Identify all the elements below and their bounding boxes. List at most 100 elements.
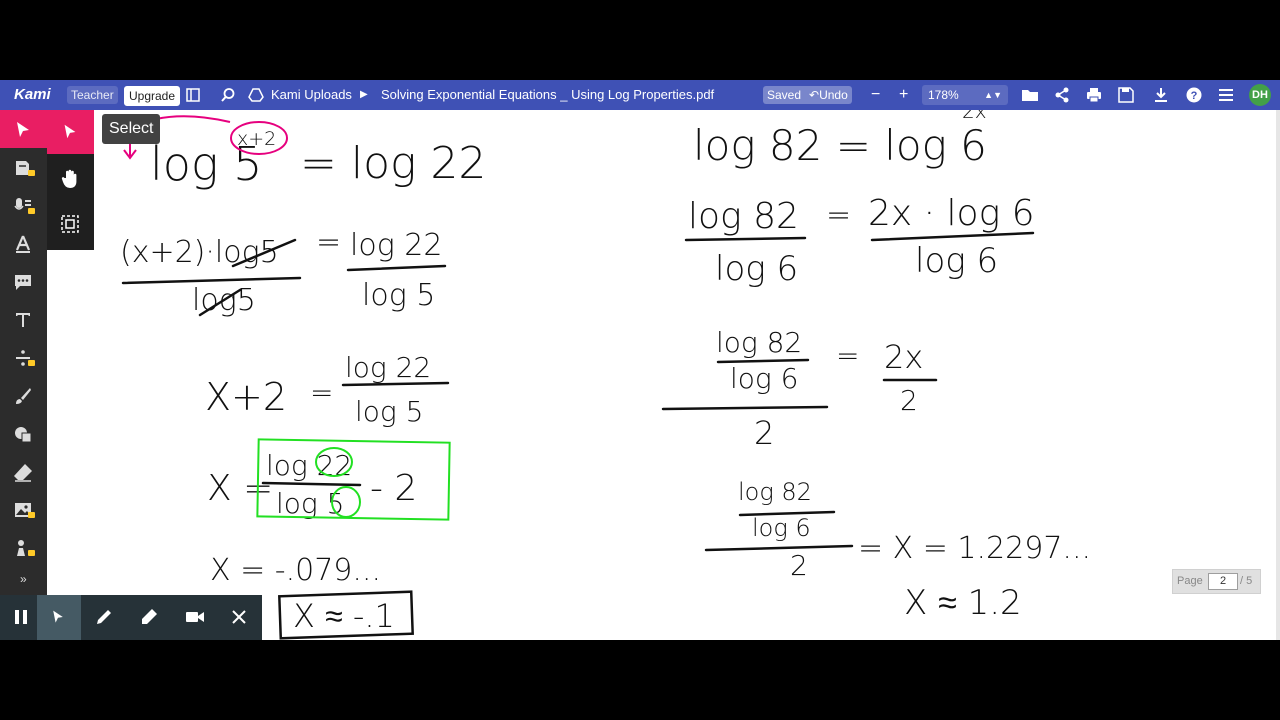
brush-icon [16, 388, 31, 404]
right-line4-num-b: log 6 [752, 514, 811, 542]
breadcrumb-folder[interactable]: Kami Uploads [271, 80, 352, 110]
video-camera-icon [186, 612, 204, 622]
scrollbar[interactable] [1276, 110, 1280, 640]
more-chevron-icon: » [20, 572, 27, 586]
page-total: / 5 [1240, 575, 1253, 587]
breadcrumb-chevron-icon: ▶ [360, 89, 368, 100]
right-line4-denominator: 2 [790, 549, 808, 582]
text-icon [16, 313, 30, 327]
equation-tool-button[interactable] [0, 338, 47, 376]
record-pen-button[interactable] [82, 595, 126, 640]
brush-tool-button[interactable] [0, 376, 47, 414]
close-recording-button[interactable] [217, 595, 261, 640]
right-line2-rhs-denominator: log 6 [915, 241, 998, 281]
undo-button[interactable]: ↶Undo [805, 86, 852, 104]
left-line5: X = -.079... [210, 553, 381, 588]
page-number-input[interactable]: 2 [1208, 573, 1238, 590]
right-line2-denominator: log 6 [715, 249, 798, 289]
select-tooltip: Select [102, 114, 161, 144]
left-line2-rhs-denominator: log 5 [362, 278, 435, 313]
search-icon[interactable] [220, 87, 236, 103]
highlight-tool-button[interactable] [0, 224, 47, 262]
kami-logo: Kami [14, 86, 51, 103]
zoom-value: 178% [928, 88, 959, 102]
record-pointer-button[interactable] [37, 595, 81, 640]
comment-icon [15, 275, 31, 290]
help-icon[interactable]: ? [1186, 87, 1202, 103]
camera-button[interactable] [172, 595, 216, 640]
open-folder-icon[interactable] [1021, 87, 1039, 103]
right-line4-num-a: log 82 [738, 478, 812, 506]
sidebar-toggle-icon[interactable] [185, 87, 201, 103]
left-line4-denominator: log 5 [276, 487, 344, 520]
top-toolbar: Kami Teacher Upgrade Kami Uploads ▶ Solv… [0, 80, 1280, 110]
left-answer: X ≈ -.1 [293, 597, 395, 635]
right-line1-exponent: 2x [962, 110, 987, 123]
left-line1-rhs: = log 22 [300, 138, 486, 189]
zoom-select[interactable]: 178% ▲▼ [922, 85, 1008, 105]
left-line3-denominator: log 5 [355, 395, 423, 428]
handwriting-canvas: log 5 x+2 = log 22 (x+2)·log5 log5 = log… [120, 110, 1091, 640]
left-line3-equals: = [310, 376, 333, 409]
left-line1-exponent: x+2 [237, 128, 276, 150]
left-line2-rhs-numerator: log 22 [350, 228, 442, 263]
comment-tool-button[interactable] [0, 262, 47, 300]
shape-icon [15, 427, 32, 443]
lock-icon [28, 512, 35, 518]
zoom-in-button[interactable]: + [899, 80, 908, 110]
voice-tool-button[interactable] [0, 186, 47, 224]
right-line4-tail: = X = 1.2297... [858, 531, 1091, 566]
pointer-select-button[interactable] [47, 110, 94, 154]
left-line3-lhs: X+2 [205, 375, 287, 419]
text-tool-button[interactable] [0, 300, 47, 338]
right-answer: X ≈ 1.2 [904, 583, 1022, 623]
shape-tool-button[interactable] [0, 414, 47, 452]
pause-icon [15, 610, 27, 624]
drive-icon [248, 88, 264, 102]
document-title[interactable]: Solving Exponential Equations _ Using Lo… [381, 80, 714, 110]
more-tools-button[interactable]: » [0, 566, 47, 594]
left-line4-lhs: X = [207, 468, 273, 509]
left-line3-numerator: log 22 [345, 351, 431, 384]
signature-tool-button[interactable] [0, 528, 47, 566]
right-line3-num-b: log 6 [730, 362, 798, 395]
svg-text:?: ? [1191, 90, 1198, 102]
undo-label: Undo [819, 88, 848, 102]
document-page[interactable]: log 5 x+2 = log 22 (x+2)·log5 log5 = log… [47, 110, 1278, 640]
select-subtools-panel [47, 110, 94, 250]
menu-icon[interactable] [1218, 87, 1234, 103]
saved-status: Saved [763, 86, 806, 104]
right-line3-rhs-numerator: 2x [884, 338, 923, 376]
image-tool-button[interactable] [0, 490, 47, 528]
recording-toolbar [0, 595, 262, 640]
left-line2-numerator: (x+2)·log5 [120, 235, 279, 270]
highlight-icon [15, 235, 31, 253]
right-line2-rhs-numerator: 2x · log 6 [868, 193, 1035, 234]
eraser-icon [14, 464, 32, 482]
left-line4-numerator: log 22 [266, 449, 352, 482]
dictionary-tool-button[interactable] [0, 148, 47, 186]
lock-icon [28, 170, 35, 176]
save-icon[interactable] [1118, 87, 1134, 103]
area-select-button[interactable] [47, 202, 94, 246]
lock-icon [28, 208, 35, 214]
close-icon [232, 610, 246, 624]
hand-icon [61, 169, 77, 188]
chevron-down-icon: ▲▼ [984, 90, 1002, 100]
page-indicator: Page 2 / 5 [1172, 569, 1261, 594]
left-line4-tail: - 2 [370, 468, 417, 509]
select-tool-button[interactable] [0, 110, 47, 148]
lock-icon [28, 550, 35, 556]
upgrade-button[interactable]: Upgrade [124, 86, 181, 106]
record-highlighter-button[interactable] [127, 595, 171, 640]
eraser-tool-button[interactable] [0, 452, 47, 490]
teacher-badge: Teacher [67, 86, 118, 104]
hand-pan-button[interactable] [47, 156, 94, 200]
download-icon[interactable] [1153, 87, 1169, 103]
avatar[interactable]: DH [1249, 84, 1271, 106]
zoom-out-button[interactable]: − [871, 80, 880, 110]
print-icon[interactable] [1086, 87, 1102, 103]
kami-app: Kami Teacher Upgrade Kami Uploads ▶ Solv… [0, 80, 1280, 640]
share-icon[interactable] [1054, 87, 1070, 103]
lock-icon [28, 360, 35, 366]
